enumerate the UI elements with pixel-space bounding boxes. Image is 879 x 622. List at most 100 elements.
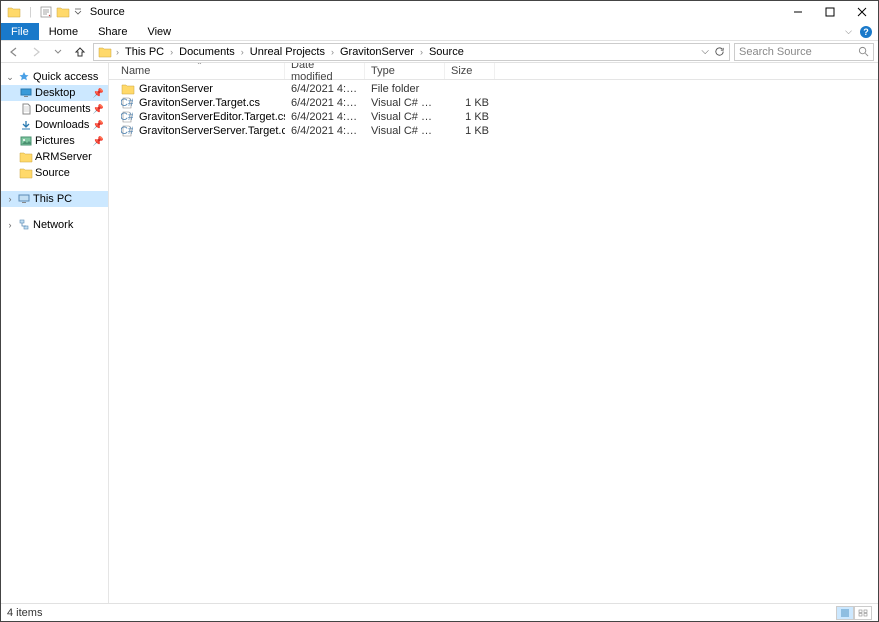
nav-this-pc[interactable]: › This PC <box>1 191 108 207</box>
nav-item-armserver[interactable]: ARMServer <box>1 149 108 165</box>
tab-home[interactable]: Home <box>39 23 88 40</box>
sort-ascending-icon: ⌃ <box>196 63 203 70</box>
file-type: Visual C# Source F... <box>365 125 445 137</box>
svg-text:C#: C# <box>121 111 133 123</box>
nav-label: Downloads <box>35 119 89 131</box>
view-mode-buttons <box>836 606 872 620</box>
file-name: GravitonServer.Target.cs <box>139 97 260 109</box>
chevron-down-icon[interactable]: ⌄ <box>5 72 15 83</box>
ribbon-help: ⌵ ? <box>845 23 878 40</box>
csharp-file-icon: C# <box>121 97 135 109</box>
ribbon-tabs: File Home Share View ⌵ ? <box>1 23 878 41</box>
folder-icon <box>7 6 21 18</box>
nav-item-source[interactable]: Source <box>1 165 108 181</box>
nav-item-downloads[interactable]: Downloads 📌 <box>1 117 108 133</box>
file-date: 6/4/2021 4:00 PM <box>285 125 365 137</box>
refresh-icon[interactable] <box>713 46 725 58</box>
network-icon <box>17 219 31 231</box>
breadcrumb[interactable]: Documents <box>177 46 237 58</box>
title-bar: | Source <box>1 1 878 23</box>
chevron-right-icon[interactable]: › <box>239 47 246 57</box>
nav-quick-access[interactable]: ⌄ Quick access <box>1 69 108 85</box>
breadcrumb[interactable]: Source <box>427 46 466 58</box>
qat-dropdown-icon[interactable] <box>74 8 82 16</box>
breadcrumb[interactable]: GravitonServer <box>338 46 416 58</box>
file-name: GravitonServerServer.Target.cs <box>139 125 285 137</box>
file-row[interactable]: GravitonServer 6/4/2021 4:00 PM File fol… <box>115 82 878 96</box>
column-header-size[interactable]: Size <box>445 63 495 79</box>
file-type: Visual C# Source F... <box>365 97 445 109</box>
up-button[interactable] <box>71 43 89 61</box>
navigation-pane: ⌄ Quick access Desktop 📌 Documents 📌 Do <box>1 63 109 603</box>
chevron-right-icon[interactable]: › <box>329 47 336 57</box>
chevron-right-icon[interactable]: › <box>168 47 175 57</box>
tab-view[interactable]: View <box>137 23 181 40</box>
svg-text:C#: C# <box>121 97 133 109</box>
chevron-right-icon[interactable]: › <box>5 220 15 230</box>
window-title: Source <box>90 6 125 18</box>
column-header-type[interactable]: Type <box>365 63 445 79</box>
folder-icon[interactable] <box>56 6 70 18</box>
file-list-pane: ⌃ Name Date modified Type Size GravitonS… <box>109 63 878 603</box>
folder-icon <box>121 83 135 95</box>
icons-view-button[interactable] <box>854 606 872 620</box>
status-bar: 4 items <box>1 603 878 621</box>
file-row[interactable]: C# GravitonServer.Target.cs 6/4/2021 4:0… <box>115 96 878 110</box>
folder-icon <box>19 151 33 163</box>
nav-item-pictures[interactable]: Pictures 📌 <box>1 133 108 149</box>
pictures-icon <box>19 135 33 147</box>
help-icon[interactable]: ? <box>860 26 872 38</box>
folder-icon <box>98 46 112 58</box>
file-size: 1 KB <box>445 125 495 137</box>
pin-icon: 📌 <box>93 120 104 131</box>
breadcrumb[interactable]: This PC <box>123 46 166 58</box>
chevron-right-icon[interactable]: › <box>114 47 121 57</box>
maximize-button[interactable] <box>814 1 846 23</box>
pin-icon: 📌 <box>93 104 104 115</box>
star-icon <box>17 71 31 83</box>
nav-label: Quick access <box>33 71 98 83</box>
download-icon <box>19 119 33 131</box>
back-button[interactable] <box>5 43 23 61</box>
nav-item-documents[interactable]: Documents 📌 <box>1 101 108 117</box>
minimize-button[interactable] <box>782 1 814 23</box>
close-button[interactable] <box>846 1 878 23</box>
file-name: GravitonServerEditor.Target.cs <box>139 111 285 123</box>
file-rows: GravitonServer 6/4/2021 4:00 PM File fol… <box>109 80 878 138</box>
forward-button[interactable] <box>27 43 45 61</box>
nav-label: This PC <box>33 193 72 205</box>
file-row[interactable]: C# GravitonServerServer.Target.cs 6/4/20… <box>115 124 878 138</box>
nav-label: Desktop <box>35 87 75 99</box>
ribbon-expand-icon[interactable]: ⌵ <box>845 26 852 37</box>
nav-item-desktop[interactable]: Desktop 📌 <box>1 85 108 101</box>
recent-locations-button[interactable] <box>49 43 67 61</box>
column-label: Name <box>121 65 150 77</box>
computer-icon <box>17 193 31 205</box>
column-header-name[interactable]: ⌃ Name <box>115 63 285 79</box>
search-input[interactable]: Search Source <box>734 43 874 61</box>
file-size: 1 KB <box>445 111 495 123</box>
address-box[interactable]: › This PC › Documents › Unreal Projects … <box>93 43 730 61</box>
file-type: File folder <box>365 83 445 95</box>
breadcrumb[interactable]: Unreal Projects <box>248 46 327 58</box>
file-row[interactable]: C# GravitonServerEditor.Target.cs 6/4/20… <box>115 110 878 124</box>
window-controls <box>782 1 878 23</box>
desktop-icon <box>19 87 33 99</box>
csharp-file-icon: C# <box>121 125 135 137</box>
file-date: 6/4/2021 4:00 PM <box>285 83 365 95</box>
nav-network[interactable]: › Network <box>1 217 108 233</box>
tab-share[interactable]: Share <box>88 23 137 40</box>
address-dropdown-icon[interactable]: ⌵ <box>699 46 711 57</box>
details-view-button[interactable] <box>836 606 854 620</box>
file-date: 6/4/2021 4:00 PM <box>285 97 365 109</box>
properties-icon[interactable] <box>40 6 52 18</box>
nav-label: Documents <box>35 103 91 115</box>
nav-label: Source <box>35 167 70 179</box>
chevron-right-icon[interactable]: › <box>5 194 15 204</box>
quick-access-toolbar: | <box>1 6 82 18</box>
search-icon <box>858 46 869 57</box>
tab-file[interactable]: File <box>1 23 39 40</box>
explorer-body: ⌄ Quick access Desktop 📌 Documents 📌 Do <box>1 63 878 603</box>
column-header-date[interactable]: Date modified <box>285 63 365 79</box>
chevron-right-icon[interactable]: › <box>418 47 425 57</box>
